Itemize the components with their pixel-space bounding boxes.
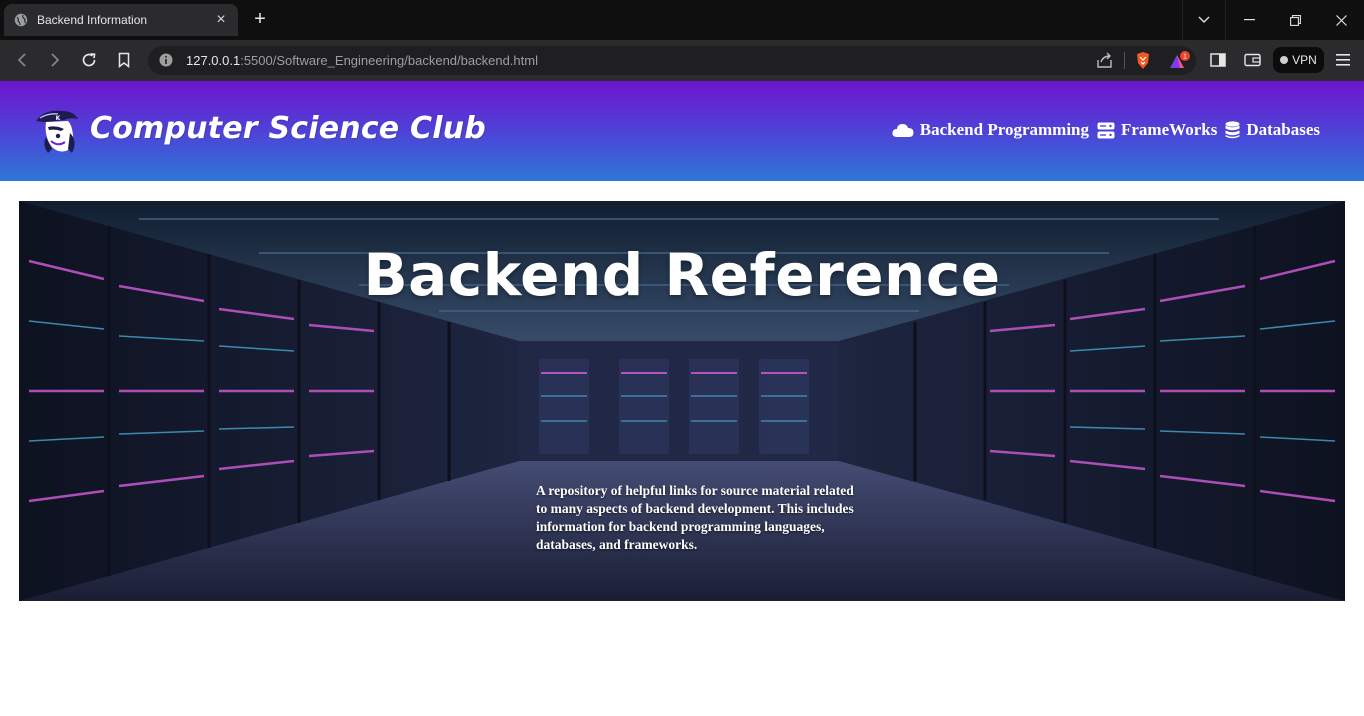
reload-icon[interactable] — [79, 50, 99, 70]
sidebar-toggle-icon[interactable] — [1208, 50, 1228, 70]
tab-close-icon[interactable]: × — [210, 11, 232, 29]
back-icon[interactable] — [12, 50, 32, 70]
minimize-button[interactable] — [1226, 0, 1272, 40]
close-window-button[interactable] — [1318, 0, 1364, 40]
server-icon — [1097, 122, 1115, 138]
browser-toolbar: 127.0.0.1:5500/Software_Engineering/back… — [0, 40, 1364, 81]
hero-description: A repository of helpful links for source… — [536, 483, 854, 552]
share-icon[interactable] — [1096, 52, 1114, 69]
globe-icon — [14, 13, 28, 27]
vpn-status-icon — [1280, 56, 1289, 64]
database-icon — [1225, 121, 1240, 139]
brave-shields-icon[interactable] — [1135, 51, 1151, 70]
tab-title: Backend Information — [37, 13, 148, 27]
menu-icon[interactable] — [1333, 50, 1353, 70]
url-text[interactable]: 127.0.0.1:5500/Software_Engineering/back… — [186, 53, 538, 68]
browser-tab[interactable]: Backend Information × — [4, 4, 238, 36]
restore-button[interactable] — [1272, 0, 1318, 40]
wallet-icon[interactable] — [1242, 50, 1262, 70]
pirate-mascot-icon: K — [36, 110, 78, 153]
hero-banner: Backend Reference A repository of helpfu… — [19, 201, 1345, 601]
address-bar[interactable]: 127.0.0.1:5500/Software_Engineering/back… — [148, 46, 1196, 75]
site-info-icon[interactable] — [159, 53, 173, 67]
vpn-button[interactable]: VPN — [1273, 47, 1324, 73]
tab-search-chevron-down-icon[interactable] — [1182, 0, 1226, 40]
hero-title: Backend Reference — [363, 241, 1001, 309]
brave-rewards-icon[interactable]: 1 — [1168, 51, 1190, 70]
cloud-icon — [892, 124, 914, 137]
club-logo[interactable]: K — [34, 107, 80, 155]
nav-frameworks[interactable]: FrameWorks — [1097, 120, 1217, 140]
nav-label: Backend Programming — [919, 120, 1089, 139]
main-nav: Backend Programming FrameWorks Databases — [892, 120, 1320, 140]
svg-text:K: K — [56, 115, 61, 122]
browser-tab-bar: Backend Information × + — [0, 0, 1364, 40]
url-host: 127.0.0.1 — [186, 53, 241, 68]
bookmark-icon[interactable] — [114, 50, 134, 70]
nav-databases[interactable]: Databases — [1225, 120, 1320, 140]
nav-label: FrameWorks — [1121, 120, 1218, 139]
club-title[interactable]: Computer Science Club — [90, 111, 486, 146]
new-tab-button[interactable]: + — [249, 9, 271, 31]
vpn-label: VPN — [1292, 53, 1317, 67]
url-path: :5500/Software_Engineering/backend/backe… — [240, 53, 538, 68]
forward-icon[interactable] — [45, 50, 65, 70]
site-header: K Computer Science Club Backend Programm… — [0, 81, 1364, 181]
rewards-badge-count: 1 — [1183, 54, 1187, 61]
nav-backend-programming[interactable]: Backend Programming — [892, 120, 1089, 140]
nav-label: Databases — [1246, 120, 1320, 139]
